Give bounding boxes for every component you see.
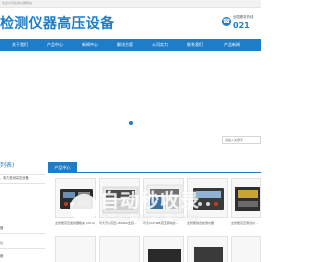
nav-item-solutions[interactable]: 解决方案	[109, 39, 141, 51]
watermark-title: 自动秒收录	[100, 190, 201, 212]
product-image[interactable]	[187, 236, 228, 262]
main-nav: 关于我们 产品中心 新闻中心 解决方案 公司实力 联系我们 产品新闻	[0, 39, 261, 51]
watermark: 自动秒收录 爱上链接一来访一次一自动收录	[70, 188, 250, 234]
search-input[interactable]	[222, 136, 261, 144]
product-image[interactable]	[143, 236, 184, 262]
nav-item-products[interactable]: 产品中心	[39, 39, 71, 51]
header: 检测仪器高压设备 ☎ 全国服务热线 021	[0, 8, 261, 39]
sidebar-item[interactable]: 器	[0, 226, 3, 231]
sidebar-subtitle[interactable]: 、电力检测高压设备	[0, 176, 29, 181]
product-card[interactable]	[143, 236, 184, 262]
phone-icon: ☎	[222, 17, 231, 26]
nav-item-contact[interactable]: 联系我们	[179, 39, 211, 51]
sidebar-heading: 列表)	[0, 162, 15, 169]
watermark-subtitle: 爱上链接一来访一次一自动收录	[102, 214, 200, 222]
tab-products[interactable]: 产品中心	[48, 162, 77, 173]
sidebar: 列表) 、电力检测高压设备 器 仪 器	[0, 160, 45, 262]
search-row	[0, 133, 261, 147]
product-image[interactable]	[99, 236, 140, 262]
product-image[interactable]	[231, 236, 261, 262]
sidebar-item[interactable]: 器	[0, 254, 3, 259]
product-image[interactable]	[55, 236, 96, 262]
nav-item-news[interactable]: 新闻中心	[74, 39, 106, 51]
product-card[interactable]	[231, 236, 261, 262]
divider	[0, 183, 45, 184]
hotline-label: 全国服务热线	[233, 15, 254, 19]
product-card[interactable]	[187, 236, 228, 262]
product-card[interactable]	[99, 236, 140, 262]
nav-item-strength[interactable]: 公司实力	[144, 39, 176, 51]
product-card[interactable]	[55, 236, 96, 262]
site-title[interactable]: 检测仪器高压设备	[0, 15, 114, 33]
nav-item-product-news[interactable]: 产品新闻	[214, 39, 250, 51]
hotline: ☎ 全国服务热线 021	[222, 14, 261, 36]
banner-pager-dot[interactable]	[129, 121, 133, 125]
hotline-number: 021	[233, 21, 250, 30]
divider	[0, 174, 45, 175]
top-bar-text: 欢迎访问检测仪器网站	[2, 1, 33, 5]
divider	[0, 248, 45, 249]
nav-item-about[interactable]: 关于我们	[4, 39, 36, 51]
banner	[0, 51, 261, 131]
watermark-logo-icon	[70, 194, 98, 222]
sidebar-item[interactable]: 仪	[0, 241, 3, 246]
divider	[0, 233, 45, 234]
top-bar: 欢迎访问检测仪器网站	[0, 0, 261, 8]
product-tabbar: 产品中心	[48, 162, 261, 173]
